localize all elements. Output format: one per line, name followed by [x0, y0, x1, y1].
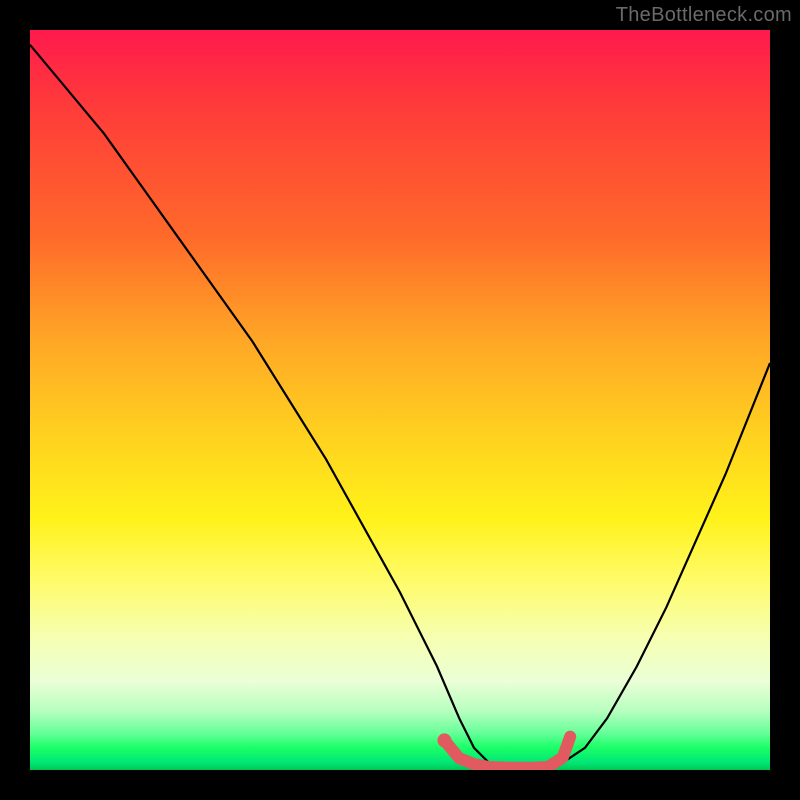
accent-strip [444, 737, 570, 768]
curve-svg [30, 30, 770, 770]
chart-frame: TheBottleneck.com [0, 0, 800, 800]
bottleneck-curve [30, 45, 770, 770]
plot-area [30, 30, 770, 770]
accent-start-dot [437, 733, 451, 747]
watermark-text: TheBottleneck.com [616, 4, 792, 27]
